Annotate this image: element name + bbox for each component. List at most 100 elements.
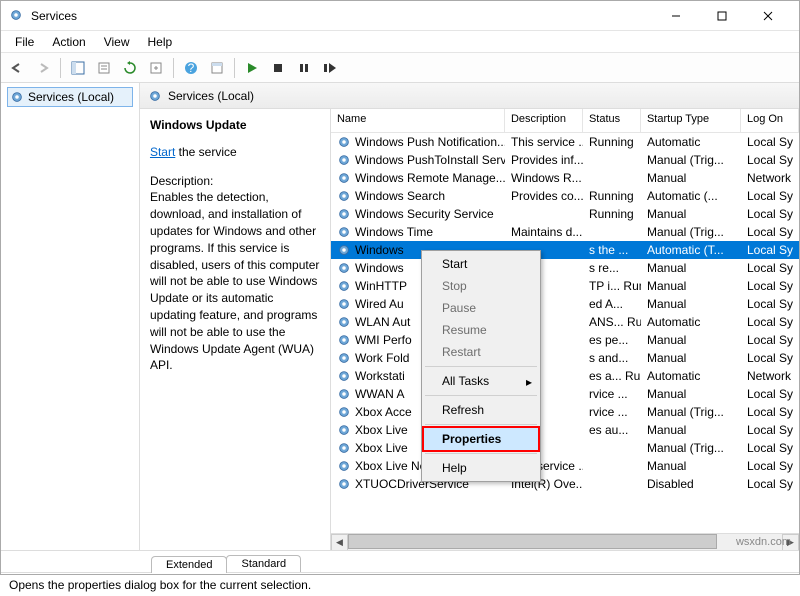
- scroll-left-button[interactable]: ◀: [331, 534, 348, 551]
- start-service-link[interactable]: Start: [150, 145, 175, 159]
- status-bar: Opens the properties dialog box for the …: [1, 572, 799, 596]
- col-startup-type[interactable]: Startup Type: [641, 109, 741, 132]
- service-row[interactable]: Xbox Accervice ...Manual (Trig...Local S…: [331, 403, 799, 421]
- watermark: wsxdn.com: [736, 536, 791, 548]
- help-button[interactable]: ?: [179, 56, 203, 80]
- tree-node-label: Services (Local): [28, 90, 114, 104]
- export-button[interactable]: [144, 56, 168, 80]
- service-row[interactable]: Windows PushToInstall Serv...Provides in…: [331, 151, 799, 169]
- col-description[interactable]: Description: [505, 109, 583, 132]
- gear-icon: [337, 261, 351, 275]
- gear-icon: [337, 315, 351, 329]
- detail-header: Services (Local): [140, 83, 799, 109]
- gear-icon: [337, 297, 351, 311]
- ctx-all-tasks[interactable]: All Tasks▸: [424, 370, 538, 392]
- minimize-button[interactable]: [653, 1, 699, 31]
- pause-service-button[interactable]: [292, 56, 316, 80]
- col-log-on-as[interactable]: Log On: [741, 109, 799, 132]
- gear-icon: [337, 351, 351, 365]
- service-row[interactable]: WWAN Arvice ...ManualLocal Sy: [331, 385, 799, 403]
- horizontal-scrollbar[interactable]: ◀ ▶: [331, 533, 799, 550]
- console-tree[interactable]: Services (Local): [1, 83, 140, 550]
- ctx-resume[interactable]: Resume: [424, 319, 538, 341]
- ctx-pause[interactable]: Pause: [424, 297, 538, 319]
- ctx-properties[interactable]: Properties: [422, 426, 540, 452]
- ctx-refresh[interactable]: Refresh: [424, 399, 538, 421]
- gear-icon: [337, 459, 351, 473]
- gear-icon: [337, 441, 351, 455]
- gear-icon: [337, 171, 351, 185]
- service-row[interactable]: Windows TimeMaintains d...Manual (Trig..…: [331, 223, 799, 241]
- scroll-thumb[interactable]: [348, 534, 717, 549]
- window-title: Services: [31, 9, 653, 23]
- service-row[interactable]: Windows Security ServiceRunningManualLoc…: [331, 205, 799, 223]
- service-row[interactable]: Xbox Live Networking ServiceThis service…: [331, 457, 799, 475]
- service-row[interactable]: Windowss re...ManualLocal Sy: [331, 259, 799, 277]
- stop-service-button[interactable]: [266, 56, 290, 80]
- gear-icon: [337, 387, 351, 401]
- menu-file[interactable]: File: [7, 33, 42, 51]
- maximize-button[interactable]: [699, 1, 745, 31]
- menu-help[interactable]: Help: [140, 33, 181, 51]
- description-text: Enables the detection, download, and ins…: [150, 189, 320, 374]
- chevron-right-icon: ▸: [526, 375, 532, 389]
- gear-icon: [337, 333, 351, 347]
- ctx-start[interactable]: Start: [424, 253, 538, 275]
- context-menu: Start Stop Pause Resume Restart All Task…: [421, 250, 541, 482]
- service-row[interactable]: Windows SearchProvides co...RunningAutom…: [331, 187, 799, 205]
- col-status[interactable]: Status: [583, 109, 641, 132]
- show-hide-tree-button[interactable]: [66, 56, 90, 80]
- gear-icon: [337, 369, 351, 383]
- view-tabs: Extended Standard: [1, 550, 799, 572]
- detail-header-title: Services (Local): [168, 89, 254, 103]
- column-headers[interactable]: Name Description Status Startup Type Log…: [331, 109, 799, 133]
- service-row[interactable]: Xbox Livees au...ManualLocal Sy: [331, 421, 799, 439]
- ctx-restart[interactable]: Restart: [424, 341, 538, 363]
- gear-icon: [337, 477, 351, 491]
- gear-icon: [337, 153, 351, 167]
- titlebar: Services: [1, 1, 799, 31]
- gear-icon: [337, 135, 351, 149]
- service-row[interactable]: Workstaties a... RunningAutomaticNetwork: [331, 367, 799, 385]
- menubar: File Action View Help: [1, 31, 799, 53]
- tree-node-services-local[interactable]: Services (Local): [7, 87, 133, 107]
- service-row[interactable]: XTUOCDriverServiceIntel(R) Ove...Disable…: [331, 475, 799, 493]
- service-row[interactable]: WLAN AutANS... RunningAutomaticLocal Sy: [331, 313, 799, 331]
- svg-text:?: ?: [188, 61, 195, 75]
- gear-icon: [337, 225, 351, 239]
- description-label: Description:: [150, 173, 320, 190]
- refresh-button[interactable]: [118, 56, 142, 80]
- service-row[interactable]: Work Folds and...ManualLocal Sy: [331, 349, 799, 367]
- service-row[interactable]: Wired Aued A...ManualLocal Sy: [331, 295, 799, 313]
- service-row[interactable]: Xbox LiveManual (Trig...Local Sy: [331, 439, 799, 457]
- ctx-help[interactable]: Help: [424, 457, 538, 479]
- gear-icon: [148, 89, 162, 103]
- col-name[interactable]: Name: [331, 109, 505, 132]
- service-row[interactable]: Windows Remote Manage...Windows R...Manu…: [331, 169, 799, 187]
- ctx-stop[interactable]: Stop: [424, 275, 538, 297]
- service-row[interactable]: Windows Push Notification...This service…: [331, 133, 799, 151]
- services-icon: [9, 8, 25, 24]
- gear-icon: [337, 423, 351, 437]
- menu-action[interactable]: Action: [44, 33, 93, 51]
- view-button[interactable]: [205, 56, 229, 80]
- gear-icon: [10, 90, 24, 104]
- start-service-button[interactable]: [240, 56, 264, 80]
- close-button[interactable]: [745, 1, 791, 31]
- gear-icon: [337, 189, 351, 203]
- service-row[interactable]: WinHTTPTP i... RunningManualLocal Sy: [331, 277, 799, 295]
- properties-toolbar-button[interactable]: [92, 56, 116, 80]
- gear-icon: [337, 405, 351, 419]
- gear-icon: [337, 243, 351, 257]
- gear-icon: [337, 279, 351, 293]
- status-text: Opens the properties dialog box for the …: [9, 578, 311, 592]
- tab-extended[interactable]: Extended: [151, 556, 227, 573]
- service-list[interactable]: Name Description Status Startup Type Log…: [330, 109, 799, 550]
- forward-button[interactable]: [31, 56, 55, 80]
- menu-view[interactable]: View: [96, 33, 138, 51]
- restart-service-button[interactable]: [318, 56, 342, 80]
- tab-standard[interactable]: Standard: [226, 555, 301, 572]
- service-row[interactable]: WMI Perfoes pe...ManualLocal Sy: [331, 331, 799, 349]
- back-button[interactable]: [5, 56, 29, 80]
- service-row[interactable]: Windowss the ...Automatic (T...Local Sy: [331, 241, 799, 259]
